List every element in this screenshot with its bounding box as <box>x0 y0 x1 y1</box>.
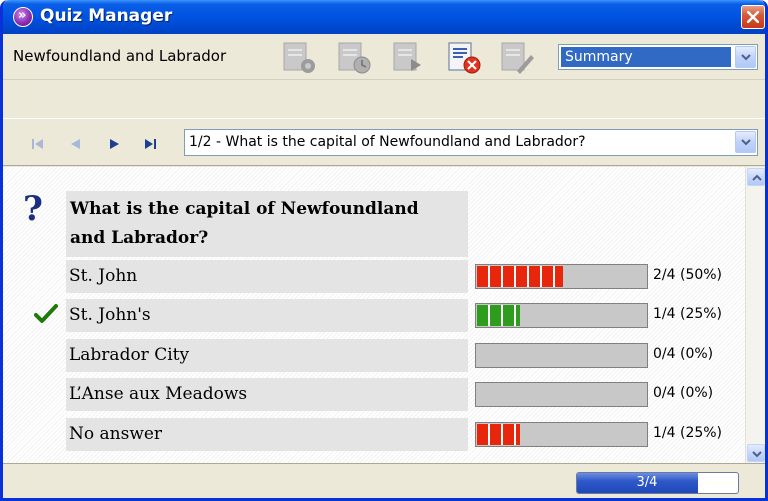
question-text: What is the capital of Newfoundland and … <box>66 191 468 257</box>
toolbar: Newfoundland and Labrador Summary <box>3 34 765 80</box>
answer-bar <box>475 303 648 328</box>
first-icon <box>32 139 43 149</box>
close-icon <box>747 11 759 23</box>
question-text-line1: What is the capital of Newfoundland <box>70 199 419 219</box>
next-question-button[interactable] <box>106 136 124 152</box>
progress-label: 3/4 <box>636 475 658 490</box>
answer-stat: 1/4 (25%) <box>653 425 723 441</box>
next-icon <box>110 139 119 149</box>
chevron-down-icon <box>741 139 751 146</box>
question-dropdown-button[interactable] <box>735 131 756 153</box>
view-select-value: Summary <box>561 47 731 67</box>
answer-label: St. John's <box>66 299 468 332</box>
quiz-manager-window: » Quiz Manager Newfoundland and Labrador <box>0 0 768 501</box>
quiz-name-label: Newfoundland and Labrador <box>13 47 227 65</box>
document-pen-icon[interactable] <box>499 41 535 75</box>
chevron-down-icon <box>741 54 751 61</box>
document-delete-icon[interactable] <box>446 41 482 75</box>
last-question-button[interactable] <box>142 136 160 152</box>
quiz-progress-bar: 3/4 <box>576 472 739 494</box>
last-icon <box>145 139 156 149</box>
status-bar: 3/4 <box>3 463 765 498</box>
summary-panel: ? What is the capital of Newfoundland an… <box>3 167 745 463</box>
answer-stat: 0/4 (0%) <box>653 346 714 362</box>
document-clock-icon[interactable] <box>336 41 372 75</box>
question-navigation-bar: 1/2 - What is the capital of Newfoundlan… <box>3 118 765 166</box>
correct-checkmark-icon <box>34 304 58 323</box>
vertical-scrollbar[interactable] <box>745 167 765 463</box>
previous-question-button[interactable] <box>66 136 84 152</box>
answer-stat: 2/4 (50%) <box>653 267 723 283</box>
answer-label: L’Anse aux Meadows <box>66 378 468 411</box>
question-text-line2: and Labrador? <box>70 228 209 248</box>
answer-stat: 0/4 (0%) <box>653 385 714 401</box>
answer-label: Labrador City <box>66 339 468 372</box>
view-dropdown-button[interactable] <box>735 46 756 68</box>
question-mark-icon: ? <box>23 189 43 229</box>
question-select-value: 1/2 - What is the capital of Newfoundlan… <box>189 134 586 150</box>
answer-stat: 1/4 (25%) <box>653 306 723 322</box>
scroll-up-button[interactable] <box>747 168 765 186</box>
answer-bar <box>475 422 648 447</box>
answer-bar-fill <box>477 424 520 445</box>
answer-bar <box>475 343 648 368</box>
close-button[interactable] <box>741 5 765 29</box>
view-select[interactable]: Summary <box>558 44 758 70</box>
answer-bar <box>475 382 648 407</box>
document-gear-icon[interactable] <box>281 41 317 75</box>
summary-content: ? What is the capital of Newfoundland an… <box>3 167 765 463</box>
question-select[interactable]: 1/2 - What is the capital of Newfoundlan… <box>184 129 758 156</box>
first-question-button[interactable] <box>29 136 47 152</box>
scroll-down-button[interactable] <box>747 444 765 462</box>
document-arrow-icon[interactable] <box>391 41 427 75</box>
previous-icon <box>71 139 80 149</box>
answer-label: St. John <box>66 260 468 293</box>
title-bar[interactable]: » Quiz Manager <box>3 0 765 34</box>
answer-label: No answer <box>66 418 468 451</box>
answer-bar-fill <box>477 266 563 287</box>
app-icon: » <box>13 7 33 27</box>
window-title: Quiz Manager <box>40 6 173 26</box>
chevron-down-icon <box>752 451 762 458</box>
answer-bar <box>475 264 648 289</box>
answer-bar-fill-correct <box>477 305 520 326</box>
chevron-up-icon <box>752 174 762 181</box>
